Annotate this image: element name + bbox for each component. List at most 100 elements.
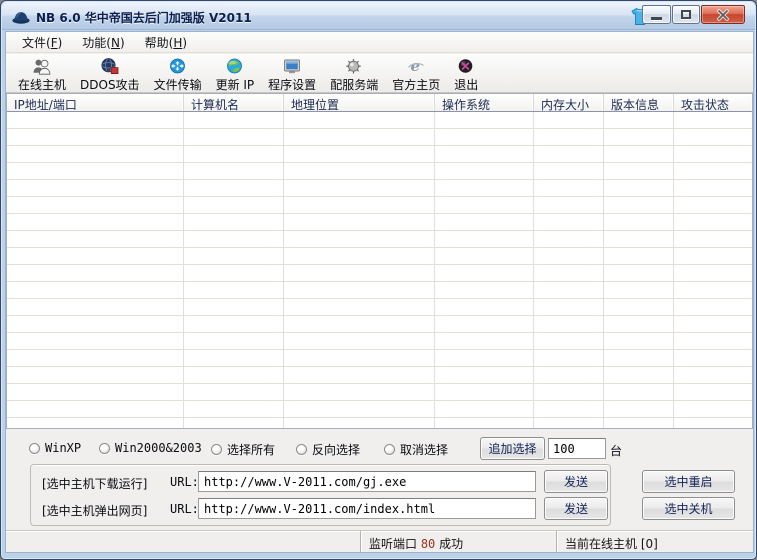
- radio-circle[interactable]: [296, 444, 307, 455]
- table-cell: [7, 180, 184, 197]
- svg-text:e: e: [411, 58, 421, 75]
- toolbar-online-hosts-button[interactable]: 在线主机: [12, 56, 72, 95]
- table-row[interactable]: [7, 384, 752, 401]
- table-row[interactable]: [7, 214, 752, 231]
- send-download-button[interactable]: 发送: [544, 470, 608, 493]
- table-row[interactable]: [7, 112, 752, 129]
- globe-attack-icon: [100, 58, 120, 75]
- append-select-button[interactable]: 追加选择: [480, 437, 545, 460]
- maximize-button[interactable]: [672, 5, 700, 24]
- toolbar-homepage-button[interactable]: e 官方主页: [386, 56, 446, 95]
- radio-invert-selection[interactable]: 反向选择: [296, 441, 360, 458]
- table-cell: [184, 299, 284, 316]
- table-cell: [435, 180, 534, 197]
- table-cell: [674, 248, 752, 265]
- table-row[interactable]: [7, 180, 752, 197]
- table-cell: [674, 214, 752, 231]
- table-cell: [7, 248, 184, 265]
- table-row[interactable]: [7, 282, 752, 299]
- table-cell: [674, 350, 752, 367]
- table-cell: [435, 299, 534, 316]
- table-row[interactable]: [7, 350, 752, 367]
- toolbar-label: 配服务端: [330, 76, 378, 93]
- radio-cancel-selection[interactable]: 取消选择: [384, 441, 448, 458]
- table-row[interactable]: [7, 197, 752, 214]
- menu-file-key: F: [51, 36, 58, 50]
- column-header-computer-name[interactable]: 计算机名: [184, 94, 284, 111]
- column-header-location[interactable]: 地理位置: [284, 94, 435, 111]
- table-cell: [674, 316, 752, 333]
- toolbar-ddos-attack-button[interactable]: DDOS攻击: [74, 56, 146, 95]
- table-cell: [284, 129, 435, 146]
- unit-label: 台: [610, 442, 622, 459]
- table-cell: [534, 333, 604, 350]
- toolbar-update-ip-button[interactable]: 更新 IP: [210, 56, 261, 95]
- radio-circle[interactable]: [211, 444, 222, 455]
- table-row[interactable]: [7, 401, 752, 418]
- download-url-input[interactable]: [198, 471, 536, 492]
- radio-circle[interactable]: [29, 443, 40, 454]
- transfer-arrows-icon: [168, 58, 188, 75]
- table-cell: [184, 333, 284, 350]
- table-cell: [284, 248, 435, 265]
- column-header-os[interactable]: 操作系统: [435, 94, 534, 111]
- menu-function-key: N: [111, 36, 120, 50]
- table-row[interactable]: [7, 129, 752, 146]
- table-cell: [674, 197, 752, 214]
- toolbar-server-config-button[interactable]: 配服务端: [324, 56, 384, 95]
- table-cell: [284, 384, 435, 401]
- table-cell: [7, 112, 184, 129]
- table-row[interactable]: [7, 248, 752, 265]
- table-cell: [184, 265, 284, 282]
- close-button[interactable]: [701, 5, 745, 24]
- radio-winxp[interactable]: WinXP: [29, 441, 81, 455]
- table-cell: [435, 112, 534, 129]
- menu-help-key: H: [173, 36, 182, 50]
- table-cell: [435, 231, 534, 248]
- table-cell: [534, 401, 604, 418]
- table-row[interactable]: [7, 418, 752, 429]
- table-cell: [284, 231, 435, 248]
- table-cell: [184, 146, 284, 163]
- radio-select-all[interactable]: 选择所有: [211, 441, 275, 458]
- toolbar-program-settings-button[interactable]: 程序设置: [262, 56, 322, 95]
- table-row[interactable]: [7, 367, 752, 384]
- table-cell: [284, 214, 435, 231]
- table-row[interactable]: [7, 299, 752, 316]
- column-header-ip-port[interactable]: IP地址/端口: [7, 94, 184, 111]
- titlebar[interactable]: NB 6.0 华中帝国去后门加强版 V2011: [2, 2, 755, 30]
- column-header-version[interactable]: 版本信息: [604, 94, 674, 111]
- shutdown-selected-button[interactable]: 选中关机: [642, 497, 735, 520]
- table-row[interactable]: [7, 316, 752, 333]
- toolbar-exit-button[interactable]: 退出: [448, 56, 484, 95]
- column-header-memory[interactable]: 内存大小: [534, 94, 604, 111]
- table-row[interactable]: [7, 333, 752, 350]
- table-cell: [604, 350, 674, 367]
- send-popup-button[interactable]: 发送: [544, 497, 608, 520]
- table-row[interactable]: [7, 265, 752, 282]
- menu-file[interactable]: 文件(F): [14, 32, 74, 53]
- app-window: NB 6.0 华中帝国去后门加强版 V2011: [0, 0, 757, 560]
- host-table[interactable]: IP地址/端口 计算机名 地理位置 操作系统 内存大小 版本信息 攻击状态: [6, 93, 753, 429]
- table-cell: [674, 163, 752, 180]
- radio-circle[interactable]: [384, 444, 395, 455]
- table-row[interactable]: [7, 231, 752, 248]
- table-cell: [604, 248, 674, 265]
- popup-url-input[interactable]: [198, 498, 536, 519]
- table-cell: [435, 316, 534, 333]
- restart-selected-button[interactable]: 选中重启: [642, 470, 735, 493]
- menu-function[interactable]: 功能(N): [74, 32, 136, 53]
- table-cell: [184, 384, 284, 401]
- table-cell: [435, 265, 534, 282]
- toolbar-file-transfer-button[interactable]: 文件传输: [148, 56, 208, 95]
- table-row[interactable]: [7, 146, 752, 163]
- radio-circle[interactable]: [99, 443, 110, 454]
- table-row[interactable]: [7, 163, 752, 180]
- host-count-input[interactable]: [548, 438, 606, 459]
- minimize-button[interactable]: [642, 5, 671, 24]
- radio-win2000-2003[interactable]: Win2000&2003: [99, 441, 202, 455]
- table-cell: [284, 350, 435, 367]
- menu-help[interactable]: 帮助(H): [137, 32, 199, 53]
- column-header-attack-status[interactable]: 攻击状态: [674, 94, 752, 111]
- minimize-icon: [651, 17, 662, 20]
